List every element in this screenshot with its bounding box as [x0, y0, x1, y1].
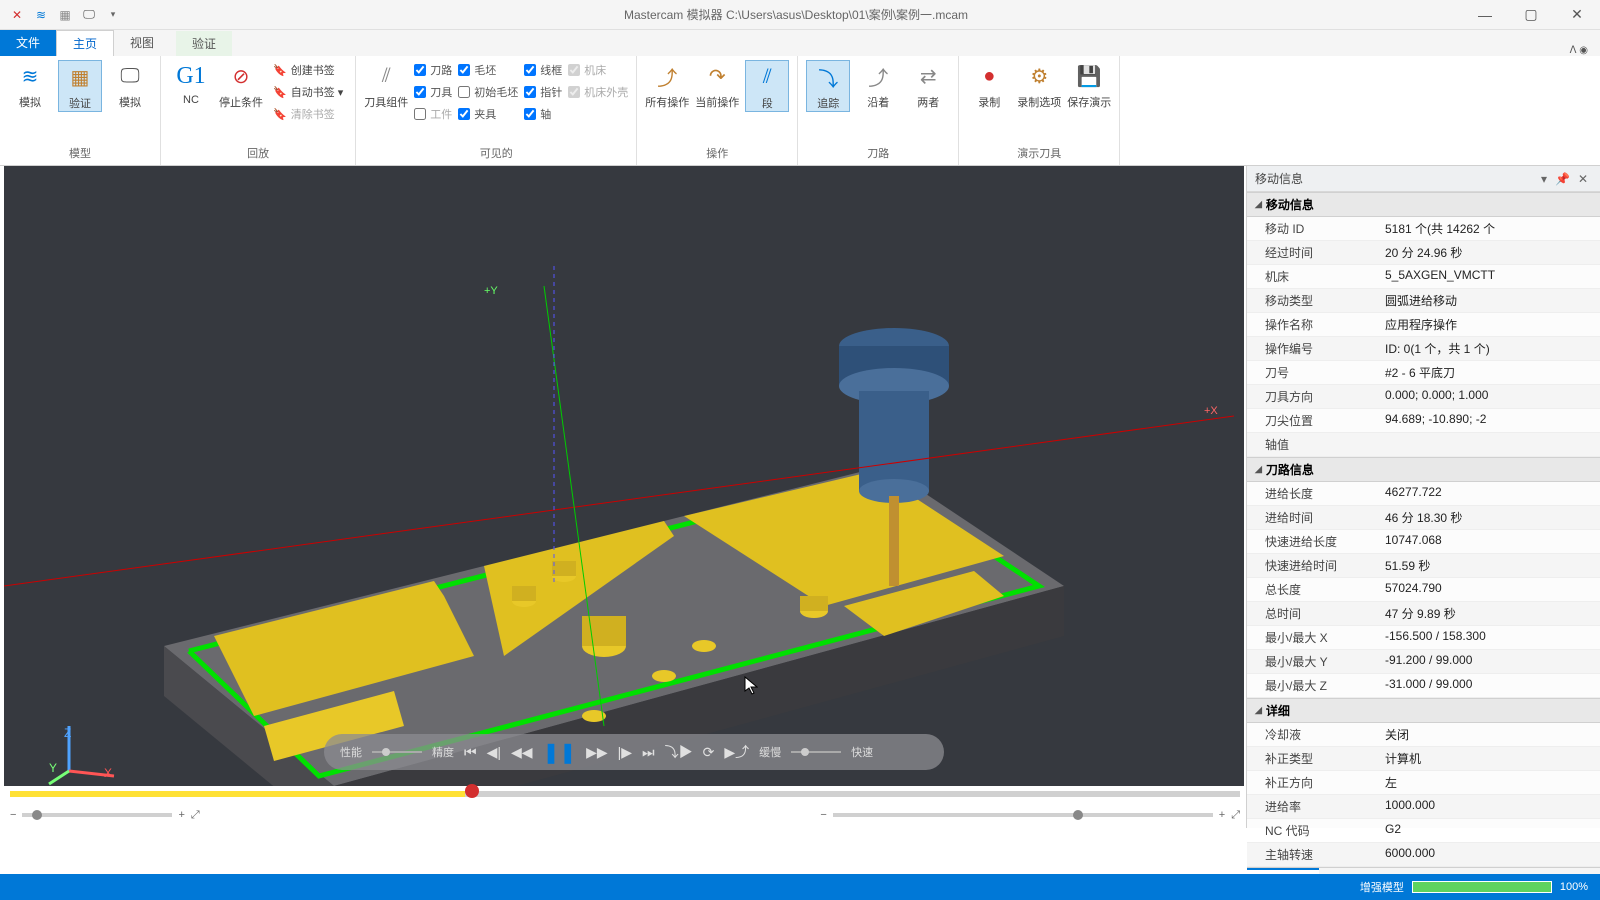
segment-button[interactable]: ⫽段	[745, 60, 789, 112]
along-button[interactable]: ⤴沿着	[856, 60, 900, 112]
create-bookmark-button[interactable]: 🔖创建书签	[269, 60, 347, 80]
panel-close-icon[interactable]: ✕	[1574, 172, 1592, 186]
tool-assembly-button[interactable]: ⫽刀具组件	[364, 60, 408, 124]
all-ops-button[interactable]: ⤴所有操作	[645, 60, 689, 112]
ribbon-group-model: ≋模拟 ▦验证 🖵模拟 模型	[0, 56, 161, 165]
qat-dropdown-icon[interactable]: ▾	[104, 6, 122, 24]
ribbon-group-playback: G1NC ⊘停止条件 🔖创建书签 🔖自动书签 ▾ 🔖清除书签 回放	[161, 56, 356, 165]
ribbon-tabs: 文件 主页 视图 验证 ᐱ ◉	[0, 30, 1600, 56]
panel-dropdown-icon[interactable]: ▾	[1537, 172, 1551, 186]
prev-step-icon[interactable]: ◀|	[487, 744, 501, 761]
viewport-3d[interactable]: +X +Y Z X Y 性能 精度 ⏮ ◀| ◀◀ ❚❚ ▶▶ |▶ ⏭ ⤵▶ …	[4, 166, 1244, 786]
perf-slider[interactable]	[372, 751, 422, 753]
chk-machine	[568, 64, 580, 76]
zoom-out2-icon[interactable]: −	[820, 809, 826, 821]
tab-verify[interactable]: 验证	[176, 31, 232, 56]
ribbon-collapse-icon[interactable]: ᐱ ◉	[1558, 45, 1600, 56]
speed-slider[interactable]	[791, 751, 841, 753]
zoom-in-icon[interactable]: +	[178, 809, 184, 821]
save-demo-button[interactable]: 💾保存演示	[1067, 60, 1111, 110]
timeline-thumb[interactable]	[465, 784, 479, 798]
chk-fixture[interactable]	[458, 108, 470, 120]
chk-tool[interactable]	[414, 86, 426, 98]
chk-wire[interactable]	[524, 64, 536, 76]
info-panel: 移动信息 ▾ 📌 ✕ 移动信息 移动 ID5181 个(共 14262 个 经过…	[1246, 166, 1600, 828]
add-icon[interactable]: ▦	[56, 6, 74, 24]
window-title: Mastercam 模拟器 C:\Users\asus\Desktop\01\案…	[130, 6, 1462, 23]
zoom-in2-icon[interactable]: +	[1219, 809, 1225, 821]
current-op-button[interactable]: ↷当前操作	[695, 60, 739, 112]
world-axes: +X +Y	[4, 166, 1244, 786]
ribbon-group-demo: ●录制 ⚙录制选项 💾保存演示 演示刀具	[959, 56, 1120, 165]
quick-access-toolbar: ✕ ≋ ▦ 🖵 ▾	[0, 6, 130, 24]
status-percent: 100%	[1560, 881, 1588, 893]
chk-toolpath[interactable]	[414, 64, 426, 76]
panel-header: 移动信息 ▾ 📌 ✕	[1247, 166, 1600, 192]
rewind-icon[interactable]: ◀◀	[511, 744, 533, 761]
repeat-icon[interactable]: ⟳	[703, 744, 715, 761]
loop-b-icon[interactable]: ▶⤴	[724, 742, 749, 762]
record-button[interactable]: ●录制	[967, 60, 1011, 110]
chk-axis[interactable]	[524, 108, 536, 120]
close-button[interactable]: ✕	[1554, 0, 1600, 30]
next-step-icon[interactable]: |▶	[618, 744, 632, 761]
record-options-button[interactable]: ⚙录制选项	[1017, 60, 1061, 110]
chk-ptr[interactable]	[524, 86, 536, 98]
clear-bookmark-button[interactable]: 🔖清除书签	[269, 104, 347, 124]
ribbon-group-toolpath: ⤵追踪 ⤴沿着 ⇄两者 刀路	[798, 56, 959, 165]
section-path-info[interactable]: 刀路信息	[1247, 457, 1600, 482]
status-label: 增强模型	[1360, 879, 1404, 895]
window-buttons: — ▢ ✕	[1462, 0, 1600, 30]
chk-stock[interactable]	[458, 64, 470, 76]
ribbon-group-ops: ⤴所有操作 ↷当前操作 ⫽段 操作	[637, 56, 798, 165]
ribbon-group-visible: ⫽刀具组件 刀路 刀具 工件 毛坯 初始毛坯 夹具 线框 指针 轴 机床 机床外…	[356, 56, 637, 165]
minimize-button[interactable]: —	[1462, 0, 1508, 30]
chk-part[interactable]	[414, 108, 426, 120]
verify-button[interactable]: ▦验证	[58, 60, 102, 112]
track-button[interactable]: ⤵追踪	[806, 60, 850, 112]
tab-view[interactable]: 视图	[114, 30, 170, 56]
expand2-icon[interactable]: ⤢	[1231, 809, 1240, 822]
expand-icon[interactable]: ⤢	[191, 809, 200, 822]
section-detail[interactable]: 详细	[1247, 698, 1600, 723]
skip-start-icon[interactable]: ⏮	[464, 744, 477, 761]
wave-icon[interactable]: ≋	[32, 6, 50, 24]
monitor-icon[interactable]: 🖵	[80, 6, 98, 24]
chk-machine-ext	[568, 86, 580, 98]
ribbon: ≋模拟 ▦验证 🖵模拟 模型 G1NC ⊘停止条件 🔖创建书签 🔖自动书签 ▾ …	[0, 56, 1600, 166]
zoom-out-icon[interactable]: −	[10, 809, 16, 821]
nc-button[interactable]: G1NC	[169, 60, 213, 124]
chk-initstock[interactable]	[458, 86, 470, 98]
svg-text:+Y: +Y	[484, 285, 498, 297]
cursor-icon	[744, 676, 758, 696]
panel-pin-icon[interactable]: 📌	[1551, 172, 1574, 186]
title-bar: ✕ ≋ ▦ 🖵 ▾ Mastercam 模拟器 C:\Users\asus\De…	[0, 0, 1600, 30]
svg-text:+X: +X	[1204, 405, 1218, 417]
zoom-slider-right[interactable]	[833, 813, 1213, 817]
section-move-info[interactable]: 移动信息	[1247, 192, 1600, 217]
timeline[interactable]	[10, 788, 1240, 800]
progress-bar	[1412, 881, 1552, 893]
simulate2-button[interactable]: 🖵模拟	[108, 60, 152, 112]
loop-a-icon[interactable]: ⤵▶	[665, 742, 693, 762]
zoom-row: − + ⤢ − + ⤢	[10, 806, 1240, 824]
status-bar: 增强模型 100%	[0, 874, 1600, 900]
auto-bookmark-button[interactable]: 🔖自动书签 ▾	[269, 82, 347, 102]
tab-file[interactable]: 文件	[0, 30, 56, 56]
both-button[interactable]: ⇄两者	[906, 60, 950, 112]
app-icon: ✕	[8, 6, 26, 24]
zoom-slider-left[interactable]	[22, 813, 172, 817]
tab-home[interactable]: 主页	[56, 30, 114, 56]
simulate-button[interactable]: ≋模拟	[8, 60, 52, 112]
pause-icon[interactable]: ❚❚	[543, 740, 577, 765]
stop-conditions-button[interactable]: ⊘停止条件	[219, 60, 263, 124]
skip-end-icon[interactable]: ⏭	[642, 744, 655, 761]
playback-bar: 性能 精度 ⏮ ◀| ◀◀ ❚❚ ▶▶ |▶ ⏭ ⤵▶ ⟳ ▶⤴ 缓慢 快速	[324, 734, 944, 770]
forward-icon[interactable]: ▶▶	[586, 744, 608, 761]
maximize-button[interactable]: ▢	[1508, 0, 1554, 30]
